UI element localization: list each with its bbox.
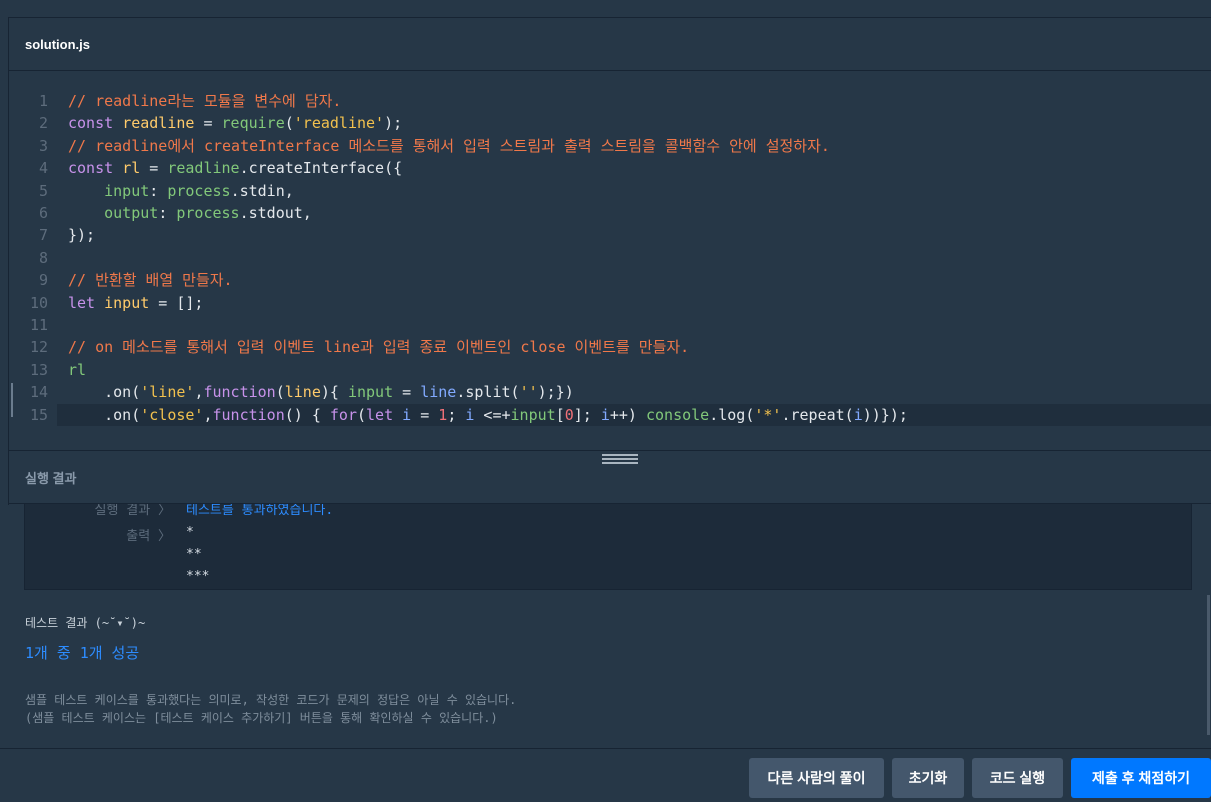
output-line: ** — [186, 547, 202, 562]
code-line[interactable]: 15 .on('close',function() { for(let i = … — [30, 403, 1211, 426]
result-section-header: 실행 결과 — [9, 451, 1211, 504]
code-line[interactable]: 12 // on 메소드를 통해서 입력 이벤트 line과 입력 종료 이벤트인… — [9, 336, 1211, 358]
code-text: // readline라는 모듈을 변수에 담자. — [68, 92, 342, 110]
code-line[interactable]: 7}); — [9, 224, 1211, 246]
code-line[interactable]: 5 input: process.stdin, — [9, 180, 1211, 202]
code-text: input: process.stdin, — [104, 181, 294, 200]
line-number: 12 — [29, 338, 48, 357]
reset-button[interactable]: 초기화 — [892, 758, 964, 798]
code-text: // readline에서 createInterface 메소드를 통해서 입… — [68, 136, 830, 155]
code-text: const rl = readline.createInterface({ — [68, 159, 403, 178]
others-solution-button[interactable]: 다른 사람의 풀이 — [749, 758, 884, 798]
line-number: 13 — [29, 360, 48, 379]
code-text: let input = []; — [68, 293, 204, 312]
code-line[interactable]: 6 output: process.stdout, — [9, 202, 1211, 224]
line-number: 8 — [38, 248, 48, 267]
line-number: 14 — [29, 383, 48, 402]
code-line[interactable]: 3 // readline에서 createInterface 메소드를 통해서 … — [9, 135, 1211, 157]
test-note: 샘플 테스트 케이스를 통과했다는 의미로, 작성한 코드가 문제의 정답은 아… — [25, 693, 517, 707]
output-line: * — [186, 525, 194, 540]
line-number: 11 — [29, 316, 48, 334]
code-text: const readline = require('readline'); — [68, 114, 403, 133]
line-number: 10 — [29, 293, 48, 312]
line-number: 15 — [29, 405, 48, 424]
line-number: 5 — [38, 181, 48, 200]
code-line[interactable]: 1 // readline라는 모듈을 변수에 담자. — [9, 90, 1211, 112]
code-line[interactable]: 2 const readline = require('readline'); — [9, 112, 1211, 134]
line-number: 1 — [38, 92, 48, 110]
code-editor-panel: solution.js 1 // readline라는 모듈을 변수에 담자. 2 c… — [8, 17, 1211, 505]
code-line[interactable]: 14 .on('line',function(line){ input = li… — [9, 381, 1211, 403]
code-text: rl — [68, 360, 87, 379]
file-tab[interactable]: solution.js — [9, 18, 1211, 71]
test-note: (샘플 테스트 케이스는 [테스트 케이스 추가하기] 버튼을 통해 확인하실 … — [25, 711, 498, 725]
line-number: 2 — [38, 114, 48, 133]
code-line[interactable]: 10 let input = []; — [9, 292, 1211, 314]
code-line[interactable]: 9 // 반환할 배열 만들자. — [9, 269, 1211, 291]
footer-divider — [0, 748, 1211, 749]
test-summary: 1개 중 1개 성공 — [25, 644, 140, 662]
line-number: 3 — [38, 136, 48, 155]
code-text: .on('close',function() { for(let i = 1; … — [68, 405, 908, 424]
code-line[interactable]: 8 — [9, 247, 1211, 269]
code-text: }); — [68, 226, 96, 245]
run-result-label: 실행 결과 〉 — [94, 504, 172, 518]
code-line[interactable]: 11 — [9, 314, 1211, 336]
line-number: 7 — [38, 226, 48, 245]
code-line[interactable]: 13 rl — [9, 359, 1211, 381]
file-name: solution.js — [25, 37, 90, 52]
output-label: 출력 〉 — [126, 529, 171, 544]
code-text: .on('line',function(line){ input = line.… — [68, 383, 574, 402]
code-text: output: process.stdout, — [104, 204, 312, 222]
top-strip — [0, 0, 1211, 17]
line-number: 6 — [38, 204, 48, 222]
run-output-box: 실행 결과 〉 테스트를 통과하였습니다. 출력 〉 * ** *** — [24, 504, 1192, 590]
output-line: *** — [186, 569, 210, 584]
gutter-marker — [11, 383, 13, 417]
result-title: 실행 결과 — [25, 471, 77, 486]
code-area[interactable]: 1 // readline라는 모듈을 변수에 담자. 2 const readlin… — [9, 90, 1211, 445]
scrollbar[interactable] — [1207, 595, 1210, 735]
run-result-value: 테스트를 통과하였습니다. — [186, 504, 334, 518]
test-result-header: 테스트 결과 (~˘▾˘)~ — [25, 616, 146, 630]
code-line[interactable]: 4 const rl = readline.createInterface({ — [9, 157, 1211, 179]
run-code-button[interactable]: 코드 실행 — [972, 758, 1063, 798]
submit-button[interactable]: 제출 후 채점하기 — [1071, 758, 1211, 798]
code-text: // 반환할 배열 만들자. — [68, 271, 233, 290]
line-number: 4 — [38, 159, 48, 178]
code-text: // on 메소드를 통해서 입력 이벤트 line과 입력 종료 이벤트인 c… — [68, 338, 690, 357]
line-number: 9 — [38, 271, 48, 290]
